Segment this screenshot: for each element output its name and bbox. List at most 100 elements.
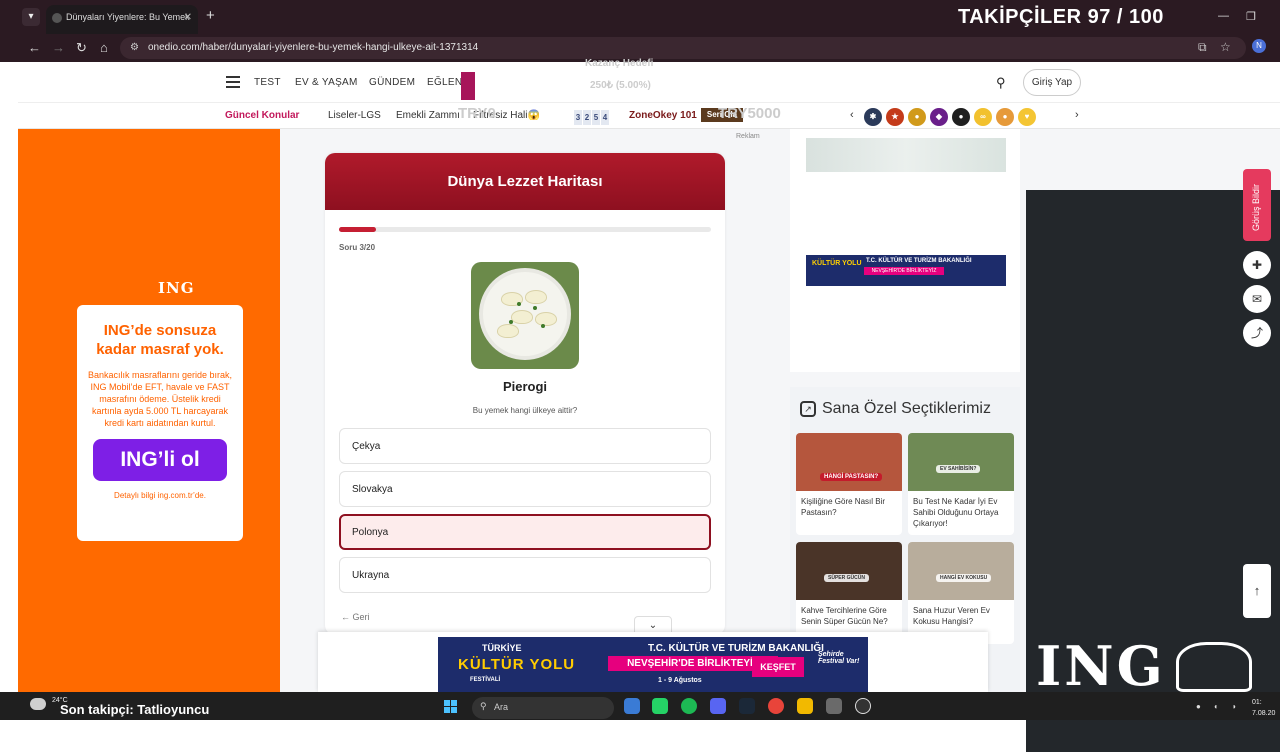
scroll-top-button[interactable]: ↑ bbox=[1243, 564, 1271, 618]
login-button[interactable]: Giriş Yap bbox=[1023, 69, 1081, 96]
nav-gundem[interactable]: GÜNDEM bbox=[369, 77, 415, 88]
bookmark-add-icon[interactable]: ✚ bbox=[1243, 251, 1271, 279]
clock[interactable]: 01: 7.08.20 bbox=[1252, 697, 1275, 719]
topic-emekli[interactable]: Emekli Zammı bbox=[396, 110, 460, 121]
emoji-icon[interactable]: ♥ bbox=[1018, 108, 1036, 126]
emoji-icon[interactable]: ∞ bbox=[974, 108, 992, 126]
emoji-icon[interactable]: ✱ bbox=[864, 108, 882, 126]
chevron-left-icon[interactable]: ‹ bbox=[850, 109, 854, 121]
chevron-right-icon[interactable]: › bbox=[1075, 109, 1079, 121]
emoji-icon[interactable]: ● bbox=[908, 108, 926, 126]
food-image bbox=[471, 262, 579, 369]
nav-eglence[interactable]: EĞLEN bbox=[427, 77, 462, 88]
pick-image bbox=[908, 542, 1014, 600]
share-icon[interactable]: ⤴ bbox=[1243, 319, 1271, 347]
search-icon: ⚲ bbox=[480, 701, 487, 711]
chrome-app-icon[interactable] bbox=[624, 698, 640, 714]
emoji-icon[interactable]: ◆ bbox=[930, 108, 948, 126]
close-tab-icon[interactable]: ✕ bbox=[184, 12, 192, 23]
search-icon[interactable]: ⚲ bbox=[996, 75, 1006, 91]
bottom-ad-cta[interactable]: KEŞFET bbox=[752, 657, 804, 677]
bottom-ad-banner: TÜRKİYE KÜLTÜR YOLU FESTİVALİ T.C. KÜLTÜ… bbox=[438, 637, 868, 692]
quiz-title: Dünya Lezzet Haritası bbox=[325, 153, 725, 210]
pick-card[interactable]: HANGİ EV KOKUSU Sana Huzur Veren Ev Koku… bbox=[908, 542, 1014, 644]
pick-card[interactable]: EV SAHİBİSİN? Bu Test Ne Kadar İyi Ev Sa… bbox=[908, 433, 1014, 535]
forward-button[interactable]: → bbox=[52, 40, 65, 55]
pick-card[interactable]: HANGİ PASTASIN? Kişiliğine Göre Nasıl Bi… bbox=[796, 433, 902, 535]
banner-slogan: NEVŞEHİR'DE BİRLİKTEYİZ bbox=[864, 267, 944, 275]
quiz-question: Bu yemek hangi ülkeye aittir? bbox=[472, 406, 578, 415]
pick-tag: SÜPER GÜCÜN bbox=[824, 574, 869, 582]
digit: 2 bbox=[583, 110, 591, 125]
comments-icon[interactable]: ✉ bbox=[1243, 285, 1271, 313]
topics-bar: Güncel Konular Liseler-LGS Emekli Zammı … bbox=[18, 103, 1280, 129]
pick-caption: Sana Huzur Veren Ev Kokusu Hangisi? bbox=[913, 606, 990, 626]
option-cekya[interactable]: Çekya bbox=[339, 428, 711, 464]
taskbar-search[interactable]: ⚲ Ara bbox=[472, 697, 614, 719]
obs-icon[interactable] bbox=[855, 698, 871, 714]
ghost-goal-label: Kazanç Hedefi bbox=[585, 58, 654, 69]
nav-ev-yasam[interactable]: EV & YAŞAM bbox=[295, 77, 358, 88]
bottom-ad-brand: KÜLTÜR YOLU bbox=[458, 656, 576, 673]
pick-tag: HANGİ PASTASIN? bbox=[820, 473, 883, 481]
nav-test[interactable]: TEST bbox=[254, 77, 281, 88]
spotify-icon[interactable] bbox=[681, 698, 697, 714]
site-info-icon[interactable]: ⚙ bbox=[130, 42, 139, 53]
browser-tabbar: ▾ Dünyaları Yiyenlere: Bu Yemek ✕ + TAKİ… bbox=[0, 0, 1280, 34]
quiz-progress-fill bbox=[339, 227, 377, 232]
ing-ad[interactable]: ING ING’de sonsuza kadar masraf yok. Ban… bbox=[18, 129, 280, 692]
back-link[interactable]: ← Geri bbox=[341, 612, 370, 622]
topic-zoneokey[interactable]: ZoneOkey 101 bbox=[629, 110, 697, 121]
browser-tab[interactable]: Dünyaları Yiyenlere: Bu Yemek ✕ bbox=[46, 5, 198, 34]
emoji-icon[interactable]: ★ bbox=[886, 108, 904, 126]
pick-image bbox=[908, 433, 1014, 491]
windows-start-icon[interactable] bbox=[444, 700, 458, 714]
microphone-icon[interactable]: ● bbox=[1196, 702, 1201, 711]
app-icon[interactable] bbox=[826, 698, 842, 714]
clock-date: 7.08.20 bbox=[1252, 710, 1276, 717]
topic-lgs[interactable]: Liseler-LGS bbox=[328, 110, 381, 121]
dumpling-shape bbox=[525, 290, 547, 304]
volume-icon[interactable]: ◗ bbox=[1232, 702, 1237, 711]
network-icon[interactable]: ◐ bbox=[1214, 702, 1219, 711]
digit: 5 bbox=[592, 110, 600, 125]
tab-search-button[interactable]: ▾ bbox=[22, 8, 40, 26]
home-button[interactable]: ⌂ bbox=[100, 40, 108, 55]
file-explorer-icon[interactable] bbox=[797, 698, 813, 714]
option-ukrayna[interactable]: Ukrayna bbox=[339, 557, 711, 593]
menu-icon[interactable] bbox=[226, 76, 240, 88]
url-field[interactable]: ⚙ onedio.com/haber/dunyalari-yiyenlere-b… bbox=[120, 37, 1246, 59]
whatsapp-icon[interactable] bbox=[652, 698, 668, 714]
pick-card[interactable]: SÜPER GÜCÜN Kahve Tercihlerine Göre Seni… bbox=[796, 542, 902, 644]
option-polonya[interactable]: Polonya bbox=[339, 514, 711, 550]
install-icon[interactable]: ⧉ bbox=[1198, 40, 1207, 55]
ing-cta-button[interactable]: ING’li ol bbox=[93, 439, 227, 481]
option-slovakya[interactable]: Slovakya bbox=[339, 471, 711, 507]
kultur-yolu-banner[interactable]: KÜLTÜR YOLU T.C. KÜLTÜR VE TURİZM BAKANL… bbox=[806, 255, 1006, 286]
bookmark-star-icon[interactable]: ☆ bbox=[1220, 40, 1231, 54]
profile-avatar[interactable]: N bbox=[1252, 39, 1266, 53]
right-ad-area: KÜLTÜR YOLU T.C. KÜLTÜR VE TURİZM BAKANL… bbox=[790, 129, 1020, 372]
quiz-progress-bar bbox=[339, 227, 711, 232]
minimize-button[interactable]: — bbox=[1218, 10, 1229, 22]
reload-button[interactable]: ↻ bbox=[76, 40, 87, 56]
banner-logo: KÜLTÜR YOLU bbox=[812, 260, 862, 267]
bottom-sticky-ad[interactable]: TÜRKİYE KÜLTÜR YOLU FESTİVALİ T.C. KÜLTÜ… bbox=[318, 632, 988, 692]
emoji-icon[interactable]: ● bbox=[952, 108, 970, 126]
bottom-ad-tagline: Şehirde Festival Var! bbox=[818, 651, 860, 665]
browser-icon[interactable] bbox=[768, 698, 784, 714]
feedback-tab[interactable]: Görüş Bildir bbox=[1243, 169, 1271, 241]
pick-caption: Kahve Tercihlerine Göre Senin Süper Gücü… bbox=[801, 606, 888, 626]
emoji-icon[interactable]: ● bbox=[996, 108, 1014, 126]
herb-shape bbox=[517, 302, 521, 306]
discord-icon[interactable] bbox=[710, 698, 726, 714]
back-button[interactable]: ← bbox=[28, 40, 41, 55]
new-tab-button[interactable]: + bbox=[206, 7, 215, 24]
weather-icon[interactable] bbox=[30, 698, 46, 710]
steam-icon[interactable] bbox=[739, 698, 755, 714]
topics-heading: Güncel Konular bbox=[225, 110, 300, 121]
maximize-button[interactable]: ❐ bbox=[1246, 10, 1256, 23]
pick-caption: Bu Test Ne Kadar İyi Ev Sahibi Olduğunu … bbox=[913, 497, 999, 528]
emoji-row: ✱ ★ ● ◆ ● ∞ ● ♥ bbox=[864, 106, 1040, 126]
lion-logo-icon bbox=[1176, 642, 1252, 692]
